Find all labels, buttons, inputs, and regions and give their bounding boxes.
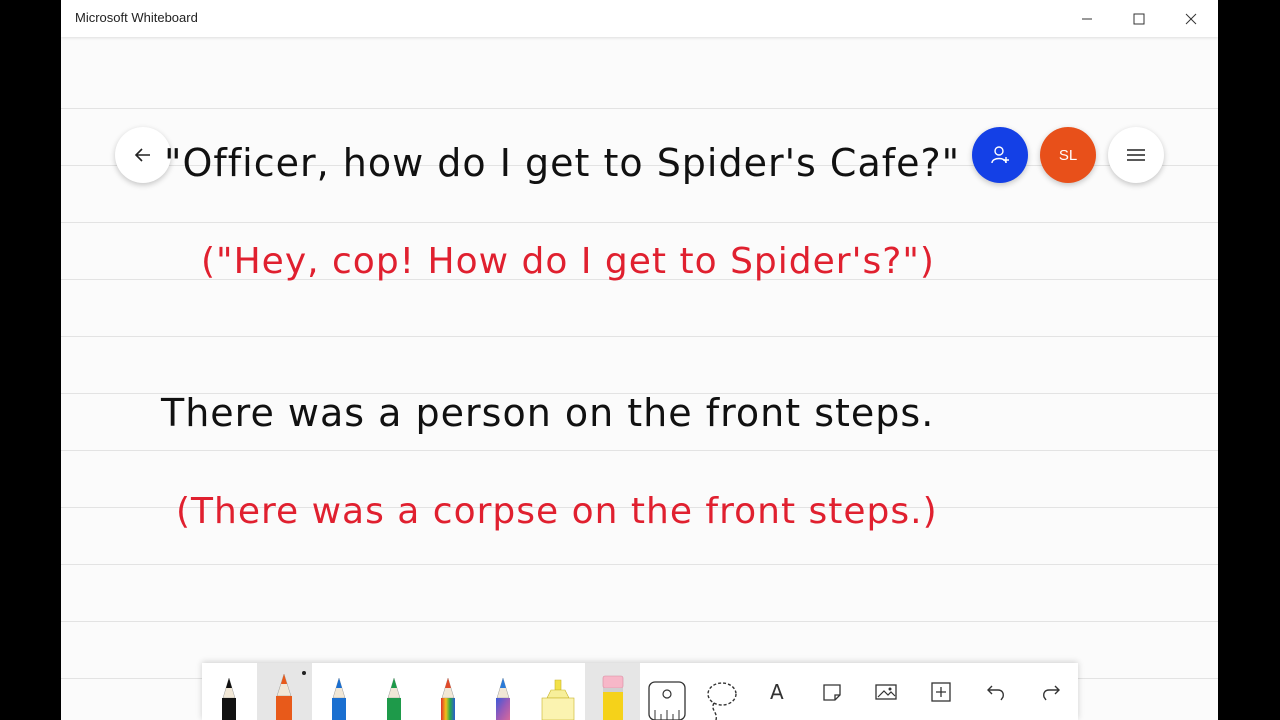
rainbow-pen-tool[interactable]: [421, 663, 476, 720]
lasso-icon: [707, 682, 737, 720]
ink-line-4[interactable]: (There was a corpse on the front steps.): [176, 491, 938, 532]
text-tool[interactable]: A: [750, 663, 805, 720]
minimize-button[interactable]: [1061, 0, 1113, 37]
selected-dot: [301, 671, 306, 675]
text-icon: A: [770, 679, 784, 704]
title-bar: Microsoft Whiteboard: [61, 0, 1218, 37]
insert-tool[interactable]: [914, 663, 969, 720]
maximize-button[interactable]: [1113, 0, 1165, 37]
add-box-icon: [931, 681, 951, 702]
user-avatar[interactable]: SL: [1040, 127, 1096, 183]
close-button[interactable]: [1165, 0, 1217, 37]
redo-icon: [1042, 685, 1060, 700]
orange-pen-tool[interactable]: [256, 663, 312, 720]
maximize-icon: [1133, 13, 1145, 24]
orange-pen-icon: [276, 673, 293, 720]
galaxy-pen-tool[interactable]: [476, 663, 531, 720]
avatar-initials: SL: [1058, 146, 1078, 164]
image-icon: [875, 683, 898, 700]
lasso-tool[interactable]: [695, 663, 750, 720]
ruler-icon: [648, 681, 687, 720]
black-pen-icon: [222, 677, 237, 720]
eraser-tool[interactable]: [585, 663, 640, 720]
sticky-note-icon: [822, 683, 841, 701]
hamburger-icon: [1127, 149, 1145, 161]
back-button[interactable]: [115, 127, 171, 183]
add-person-icon: [991, 146, 1009, 164]
menu-button[interactable]: [1108, 127, 1164, 183]
app-title: Microsoft Whiteboard: [75, 10, 198, 25]
whiteboard-canvas[interactable]: SL "Officer, how do I get to Spider's Ca…: [61, 37, 1218, 720]
minimize-icon: [1082, 18, 1092, 19]
blue-pen-tool[interactable]: [312, 663, 367, 720]
note-tool[interactable]: [804, 663, 859, 720]
undo-icon: [986, 685, 1004, 700]
green-pen-icon: [386, 677, 401, 720]
ink-line-1[interactable]: "Officer, how do I get to Spider's Cafe?…: [164, 141, 960, 185]
invite-button[interactable]: [972, 127, 1028, 183]
highlighter-icon: [541, 679, 575, 720]
eraser-icon: [602, 675, 623, 720]
ink-line-2[interactable]: ("Hey, cop! How do I get to Spider's?"): [201, 241, 935, 282]
green-pen-tool[interactable]: [366, 663, 421, 720]
arrow-left-icon: [134, 148, 150, 162]
rainbow-pen-icon: [441, 677, 456, 720]
image-tool[interactable]: [859, 663, 914, 720]
undo-button[interactable]: [969, 663, 1024, 720]
blue-pen-icon: [331, 677, 346, 720]
highlighter-tool[interactable]: [531, 663, 586, 720]
redo-button[interactable]: [1023, 663, 1078, 720]
black-pen-tool[interactable]: [202, 663, 257, 720]
ruler-tool[interactable]: [640, 663, 695, 720]
whiteboard-window: Microsoft Whiteboard SL "Officer, how do…: [61, 0, 1218, 720]
galaxy-pen-icon: [496, 677, 511, 720]
close-icon: [1185, 13, 1197, 24]
ink-toolbar: A: [202, 663, 1078, 720]
ink-line-3[interactable]: There was a person on the front steps.: [161, 391, 934, 435]
